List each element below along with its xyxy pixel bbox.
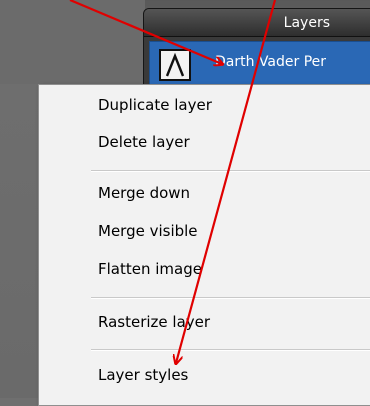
menu-separator [91, 297, 370, 299]
menu-item-flatten-image[interactable]: Flatten image [98, 259, 202, 279]
menu-item-merge-visible[interactable]: Merge visible [98, 221, 198, 241]
layer-row[interactable]: Darth Vader Per [149, 41, 370, 89]
menu-separator [91, 349, 370, 351]
text-layer-icon [159, 49, 191, 81]
context-menu: Duplicate layer Delete layer Merge down … [38, 84, 370, 406]
menu-separator [91, 170, 370, 172]
menu-item-merge-down[interactable]: Merge down [98, 183, 190, 203]
menu-item-duplicate-layer[interactable]: Duplicate layer [98, 95, 212, 115]
menu-item-delete-layer[interactable]: Delete layer [98, 132, 190, 152]
canvas-area [0, 0, 145, 84]
menu-item-rasterize-layer[interactable]: Rasterize layer [98, 312, 210, 332]
panel-title: Layers [144, 9, 370, 37]
menu-item-layer-styles[interactable]: Layer styles [98, 365, 188, 385]
layer-name: Darth Vader Per [215, 54, 327, 70]
